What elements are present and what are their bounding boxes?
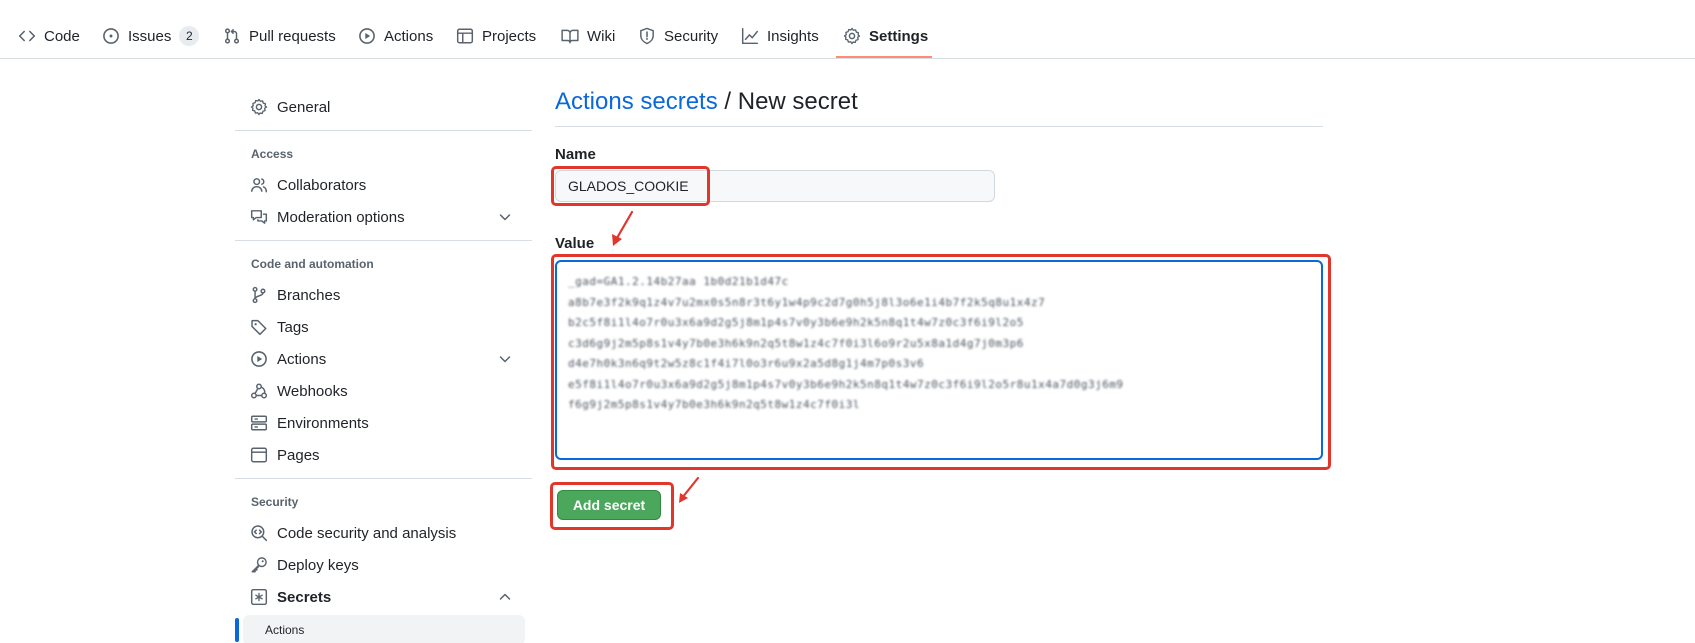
annotation-arrows: [612, 210, 700, 503]
